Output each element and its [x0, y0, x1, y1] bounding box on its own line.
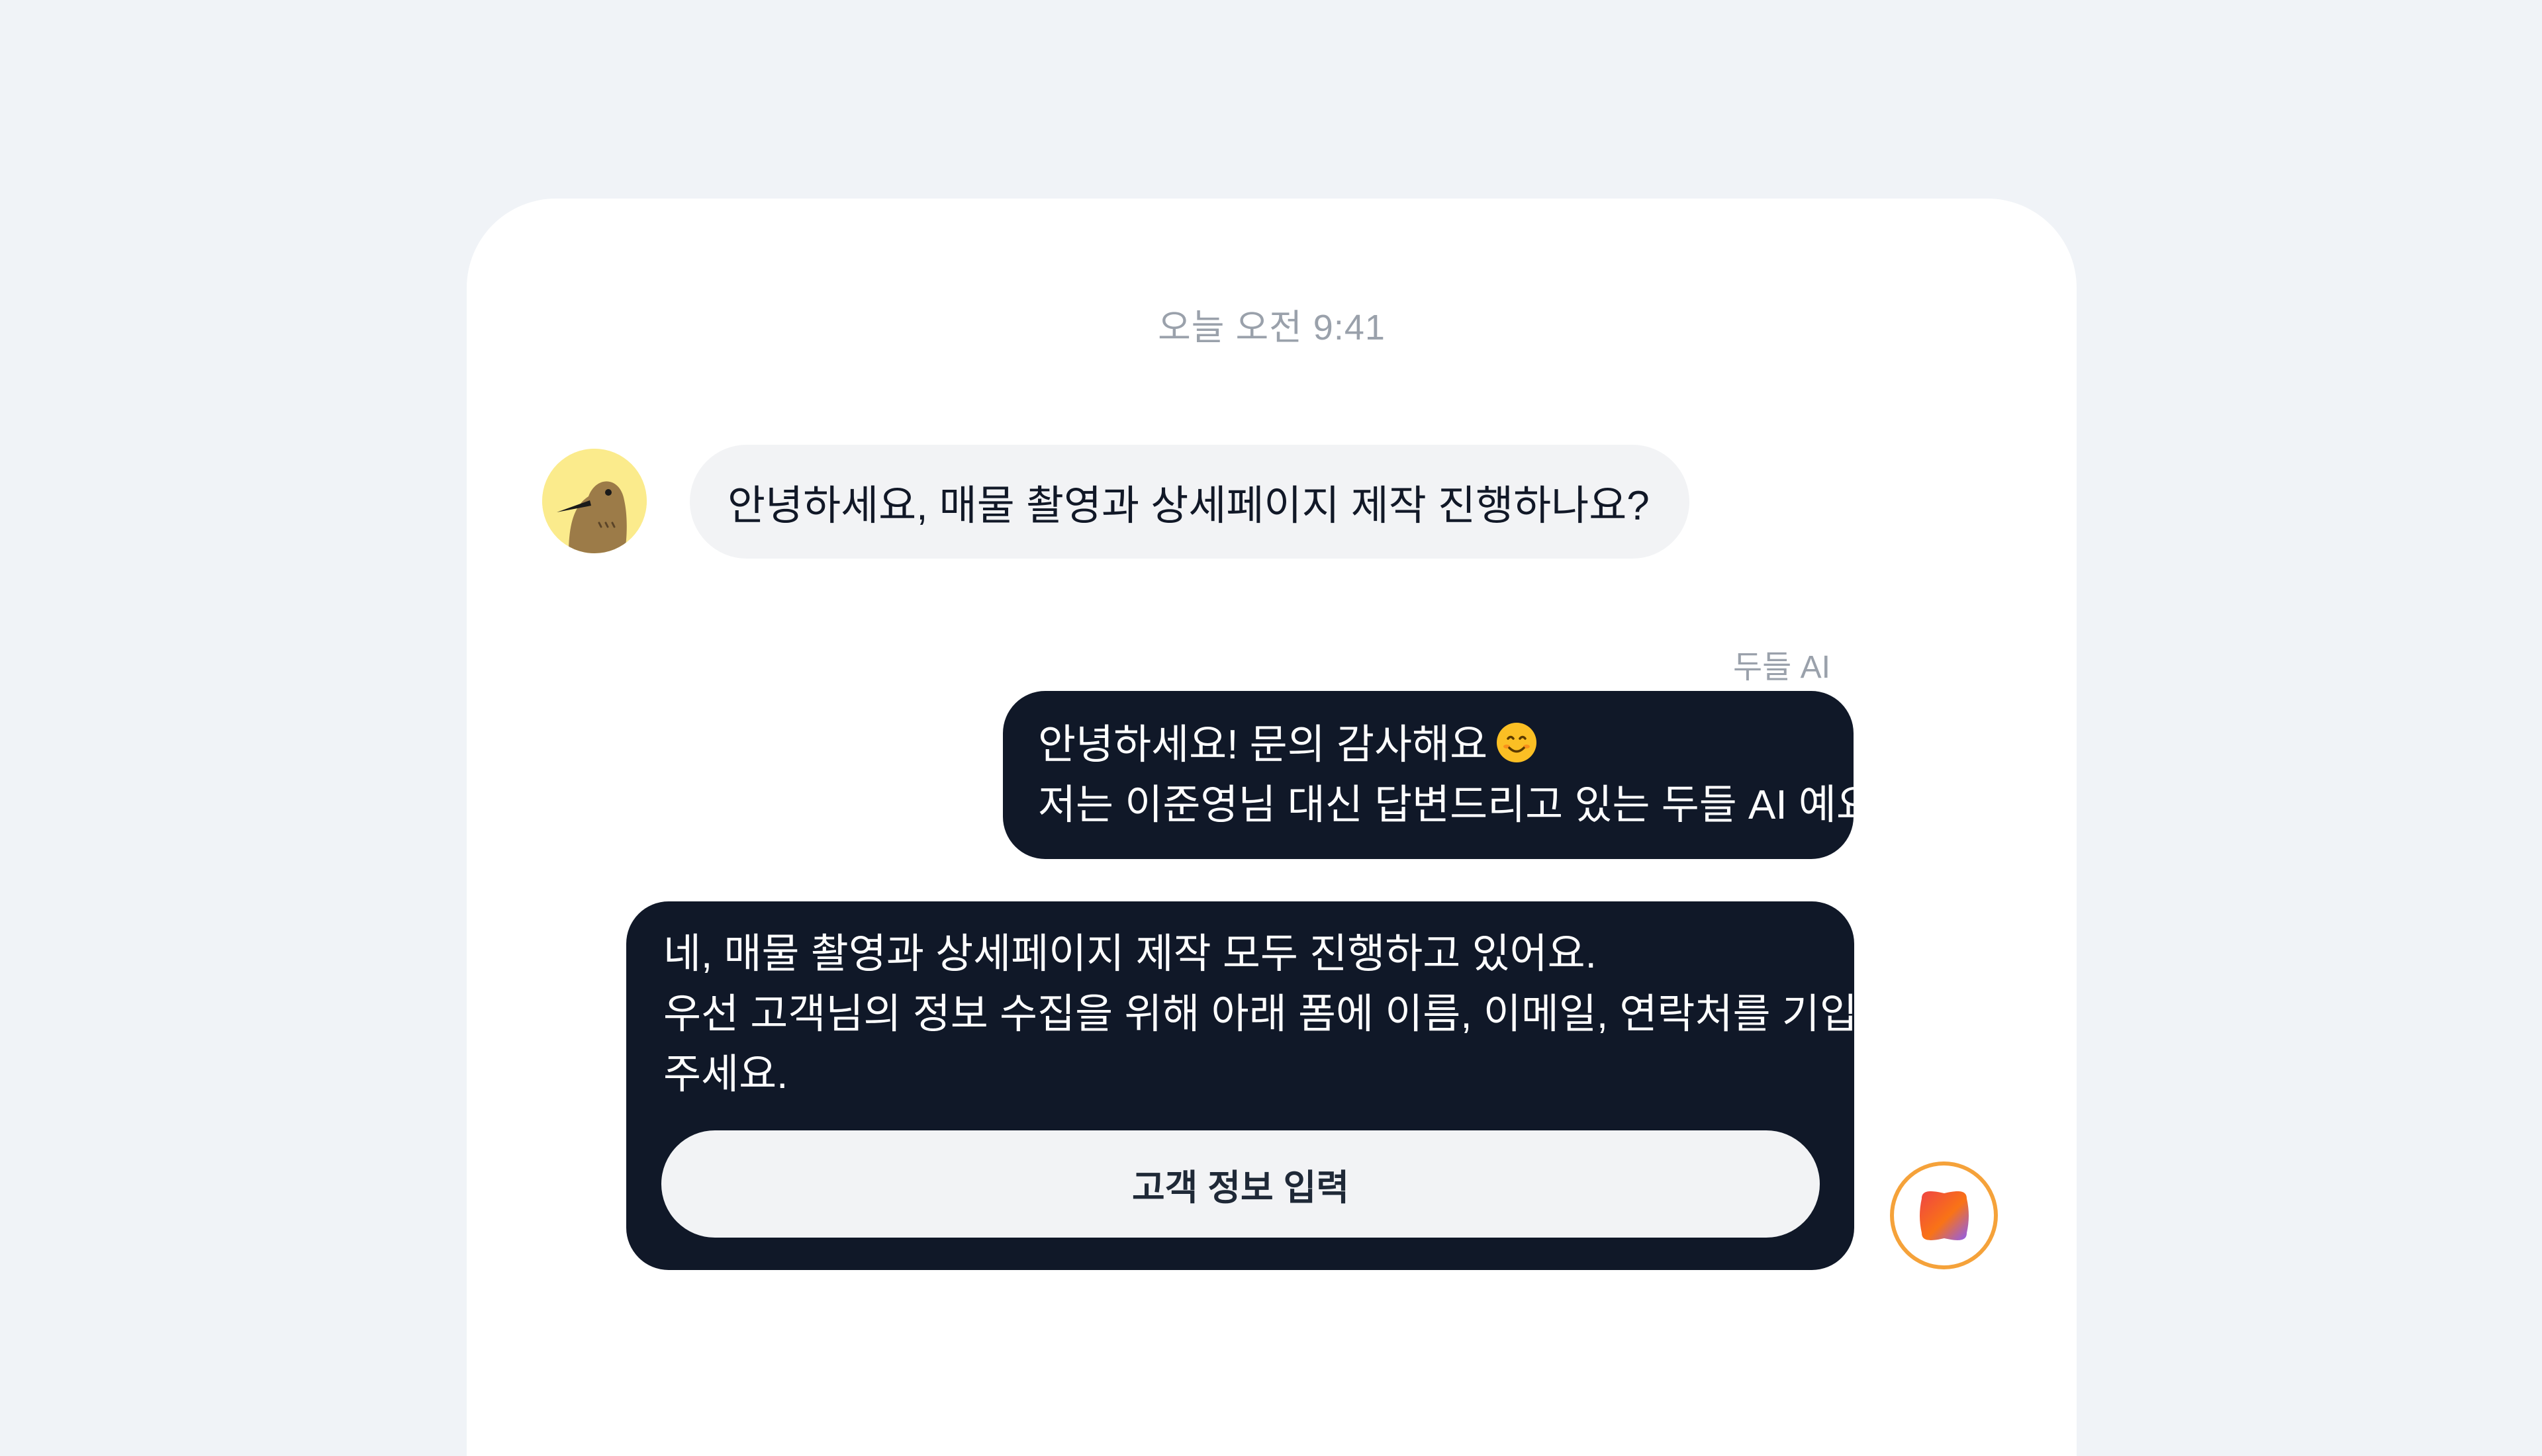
- ai-message-text: 주세요.: [663, 1052, 788, 1097]
- ai-message-text: 안녕하세요! 문의 감사해요: [1038, 722, 1488, 768]
- doodle-ai-logo-icon: [1919, 1191, 1969, 1240]
- ai-form-message-bubble: 네, 매물 촬영과 상세페이지 제작 모두 진행하고 있어요. 우선 고객님의 …: [626, 901, 1895, 1270]
- user-message-text: 안녕하세요, 매물 촬영과 상세페이지 제작 진행하나요?: [728, 483, 1650, 529]
- ai-avatar[interactable]: [1890, 1161, 1998, 1269]
- bird-avatar-icon: [542, 449, 647, 553]
- ai-sender-label: 두들 AI: [1732, 650, 1830, 685]
- ai-message-bubble: 안녕하세요! 문의 감사해요 저는 이준영님 대신 답변드리고 있는 두들 AI…: [1003, 691, 1886, 859]
- chat-card: 오늘 오전 9:41 안녕하세요, 매물 촬영과 상세페이지 제작 진행하나요?…: [467, 199, 2077, 1456]
- chat-timestamp: 오늘 오전 9:41: [1158, 308, 1386, 347]
- user-avatar[interactable]: [542, 449, 647, 553]
- ai-message-text: 우선 고객님의 정보 수집을 위해 아래 폼에 이름, 이메일, 연락처를 기입…: [663, 991, 1895, 1037]
- ai-message-text: 저는 이준영님 대신 답변드리고 있는 두들 AI 예요.: [1038, 782, 1886, 828]
- ai-message-line: 안녕하세요! 문의 감사해요: [1038, 715, 1820, 775]
- smiling-face-emoji-icon: [1497, 723, 1537, 762]
- ai-message-text: 네, 매물 촬영과 상세페이지 제작 모두 진행하고 있어요.: [663, 931, 1597, 977]
- customer-info-input-button[interactable]: 고객 정보 입력: [661, 1130, 1820, 1238]
- user-message-bubble: 안녕하세요, 매물 촬영과 상세페이지 제작 진행하나요?: [690, 445, 1689, 559]
